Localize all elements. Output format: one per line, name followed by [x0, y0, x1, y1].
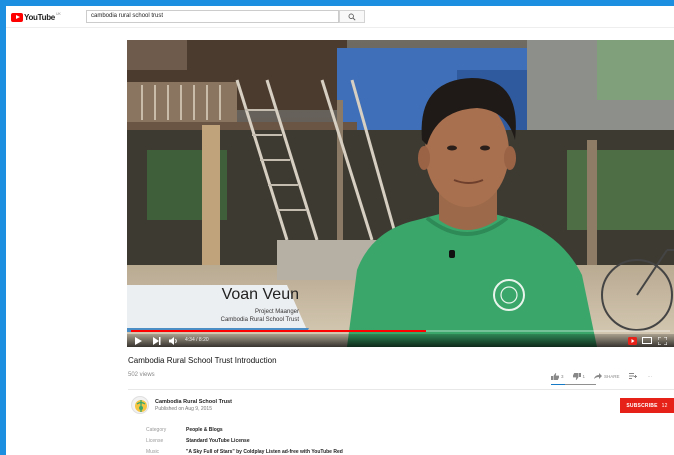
fullscreen-button[interactable]	[658, 336, 667, 345]
progress-played	[131, 330, 427, 332]
progress-bar[interactable]	[131, 330, 670, 332]
thumbs-down-icon	[572, 372, 581, 380]
lower-third-caption: Voan Veun Project Maanger Cambodia Rural…	[127, 282, 307, 332]
metadata-label: Category	[146, 427, 167, 433]
subscribe-button[interactable]: SUBSCRIBE 12	[620, 398, 674, 413]
channel-name[interactable]: Cambodia Rural School Trust	[155, 399, 232, 405]
metadata-row-category: Category People & Blogs	[146, 425, 343, 436]
metadata-row-music: Music "A Sky Full of Stars" by Coldplay …	[146, 447, 343, 455]
play-icon	[135, 336, 142, 345]
dislike-count: 1	[582, 373, 586, 379]
player-controls	[127, 334, 674, 347]
add-to-playlist-button[interactable]	[628, 373, 639, 379]
metadata-value: Standard YouTube License	[186, 438, 250, 444]
youtube-play-logo-icon	[11, 12, 23, 22]
share-label: SHARE	[604, 373, 620, 379]
metadata-label: Music	[146, 449, 160, 455]
share-icon	[594, 373, 603, 379]
channel-logo-icon	[135, 400, 147, 412]
more-actions-button[interactable]: ···	[648, 374, 653, 379]
subscribe-label: SUBSCRIBE	[626, 402, 658, 409]
volume-button[interactable]	[169, 336, 179, 345]
youtube-logo[interactable]: YouTube UK	[11, 12, 61, 22]
subscriber-count: 12	[661, 402, 668, 409]
metadata-value[interactable]: "A Sky Full of Stars" by Coldplay Listen…	[186, 447, 343, 455]
time-display: 4:34 / 8:20	[185, 337, 209, 343]
like-button[interactable]: 3	[551, 372, 564, 380]
sentiment-bar-likes	[551, 384, 565, 385]
metadata-row-license: License Standard YouTube License	[146, 436, 343, 447]
channel-avatar[interactable]	[131, 396, 149, 414]
more-icon: ···	[647, 373, 653, 379]
caption-name: Voan Veun	[221, 286, 299, 303]
publish-date: Published on Aug 9, 2015	[155, 406, 212, 412]
video-metadata: Category People & Blogs License Standard…	[146, 425, 343, 455]
volume-icon	[169, 336, 177, 345]
search-input[interactable]: cambodia rural school trust	[86, 10, 339, 23]
fullscreen-icon	[658, 336, 667, 345]
dislike-button[interactable]: 1	[572, 372, 586, 380]
next-icon	[153, 336, 161, 345]
thumbs-up-icon	[551, 372, 559, 380]
masthead: YouTube UK cambodia rural school trust	[6, 6, 674, 28]
divider	[128, 389, 674, 390]
search-icon	[348, 13, 356, 21]
cc-youtube-icon	[628, 336, 637, 345]
like-count: 3	[561, 373, 564, 379]
metadata-label: License	[146, 438, 164, 444]
theater-icon	[642, 337, 652, 344]
playlist-add-icon	[628, 373, 637, 379]
logo-region: UK	[55, 12, 61, 16]
theater-mode-button[interactable]	[642, 336, 652, 345]
next-button[interactable]	[153, 336, 161, 345]
youtube-button[interactable]	[628, 336, 637, 345]
video-actions: 3 1 SHARE ···	[551, 371, 661, 381]
video-player[interactable]: Voan Veun Project Maanger Cambodia Rural…	[127, 40, 674, 347]
caption-organization: Cambodia Rural School Trust	[220, 317, 299, 323]
view-count: 502 views	[128, 372, 155, 378]
logo-text: YouTube	[24, 12, 55, 22]
video-title: Cambodia Rural School Trust Introduction	[128, 356, 277, 365]
youtube-page: YouTube UK cambodia rural school trust V…	[6, 6, 674, 455]
share-button[interactable]: SHARE	[594, 373, 620, 379]
metadata-value[interactable]: People & Blogs	[186, 425, 223, 436]
play-button[interactable]	[135, 336, 142, 345]
caption-role: Project Maanger Cambodia Rural School Tr…	[147, 308, 299, 324]
caption-role-title: Project Maanger	[254, 309, 299, 315]
search-button[interactable]	[339, 10, 365, 23]
